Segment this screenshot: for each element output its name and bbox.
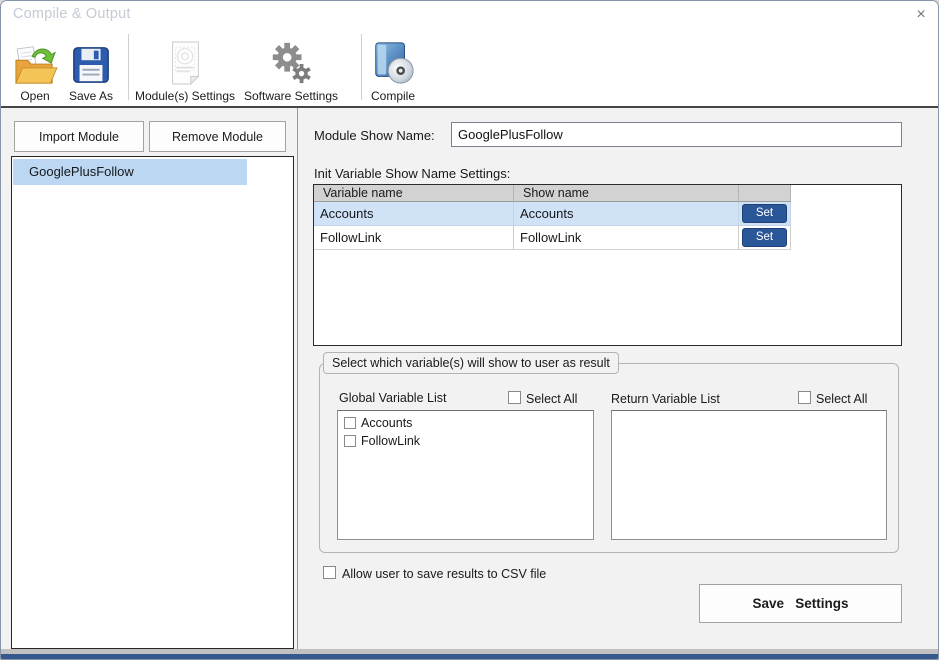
return-select-all-label: Select All	[816, 392, 867, 406]
module-show-name-input[interactable]	[451, 122, 902, 147]
global-select-all-label: Select All	[526, 392, 577, 406]
cell-variable-name: FollowLink	[314, 226, 514, 250]
module-settings-label: Module(s) Settings	[135, 89, 235, 103]
compile-button[interactable]: Compile	[367, 33, 419, 103]
groupbox-title: Select which variable(s) will show to us…	[323, 352, 619, 374]
compile-box-cd-icon	[370, 40, 416, 86]
open-button[interactable]: Open	[9, 33, 61, 103]
software-settings-label: Software Settings	[244, 89, 338, 103]
open-folder-icon	[12, 44, 58, 86]
csv-save-label: Allow user to save results to CSV file	[342, 567, 546, 581]
list-item[interactable]: FollowLink	[344, 434, 420, 448]
cell-action: Set	[739, 226, 791, 250]
return-select-all-checkbox[interactable]	[798, 391, 811, 404]
cell-show-name: FollowLink	[514, 226, 739, 250]
module-settings-document-icon	[164, 40, 206, 86]
toolbar-separator	[361, 34, 362, 100]
followlink-checkbox[interactable]	[344, 435, 356, 447]
compile-output-window: Compile & Output × Open	[0, 0, 939, 660]
software-settings-button[interactable]: Software Settings	[240, 33, 342, 103]
init-variables-table: Variable name Show name Accounts Account…	[313, 184, 902, 346]
accounts-checkbox[interactable]	[344, 417, 356, 429]
cell-action: Set	[739, 202, 791, 226]
title-bar: Compile & Output ×	[1, 1, 938, 29]
return-variable-list-label: Return Variable List	[611, 392, 720, 406]
open-label: Open	[20, 89, 49, 103]
toolbar: Open Save As	[1, 29, 938, 108]
module-list[interactable]: GooglePlusFollow	[11, 156, 294, 649]
module-show-name-label: Module Show Name:	[314, 128, 435, 143]
cell-variable-name: Accounts	[314, 202, 514, 226]
global-select-all-checkbox[interactable]	[508, 391, 521, 404]
toolbar-separator	[128, 34, 129, 100]
column-header-variable-name: Variable name	[314, 185, 514, 202]
table-row[interactable]: FollowLink FollowLink Set	[314, 226, 791, 250]
set-button[interactable]: Set	[742, 228, 787, 247]
set-button[interactable]: Set	[742, 204, 787, 223]
panel-divider	[297, 108, 298, 649]
global-variable-list[interactable]: Accounts FollowLink	[337, 410, 594, 540]
return-variable-list[interactable]	[611, 410, 887, 540]
save-settings-button[interactable]: Save Settings	[699, 584, 902, 623]
window-title: Compile & Output	[13, 6, 131, 22]
column-header-show-name: Show name	[514, 185, 739, 202]
close-icon[interactable]: ×	[909, 4, 933, 25]
module-settings-button[interactable]: Module(s) Settings	[134, 33, 236, 103]
remove-module-button[interactable]: Remove Module	[149, 121, 286, 152]
column-header-action	[739, 185, 791, 202]
table-header: Variable name Show name	[314, 185, 791, 202]
cell-show-name: Accounts	[514, 202, 739, 226]
compile-label: Compile	[371, 89, 415, 103]
list-item[interactable]: Accounts	[344, 416, 412, 430]
module-list-item-selected[interactable]: GooglePlusFollow	[13, 159, 247, 185]
global-variable-list-label: Global Variable List	[339, 391, 446, 405]
save-as-label: Save As	[69, 89, 113, 103]
gears-icon	[268, 40, 314, 86]
save-as-button[interactable]: Save As	[65, 33, 117, 103]
followlink-label: FollowLink	[361, 434, 420, 448]
csv-save-checkbox[interactable]	[323, 566, 336, 579]
floppy-disk-icon	[70, 44, 112, 86]
window-bottom-border	[1, 654, 938, 660]
import-module-button[interactable]: Import Module	[14, 121, 144, 152]
content-area: Import Module Remove Module GooglePlusFo…	[1, 108, 938, 649]
table-row[interactable]: Accounts Accounts Set	[314, 202, 791, 226]
init-variable-settings-label: Init Variable Show Name Settings:	[314, 166, 510, 181]
accounts-label: Accounts	[361, 416, 412, 430]
